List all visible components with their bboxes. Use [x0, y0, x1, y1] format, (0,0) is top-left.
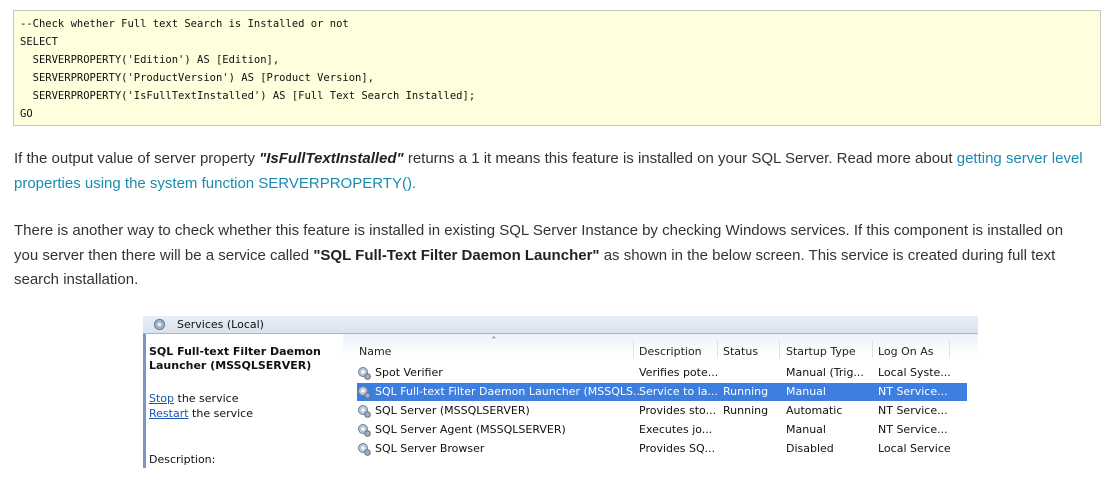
column-separator: [633, 340, 634, 358]
column-header-description[interactable]: Description: [639, 345, 702, 358]
stop-rest: the service: [174, 392, 239, 405]
column-separator: [717, 340, 718, 358]
service-cell-description: Provides sto...: [639, 404, 717, 417]
service-row[interactable]: SQL Server (MSSQLSERVER) Provides sto... R…: [357, 402, 967, 420]
column-header-name[interactable]: Name: [359, 345, 391, 358]
column-separator: [949, 340, 950, 358]
para1-text-middle: returns a 1 it means this feature is ins…: [403, 150, 957, 167]
column-separator: [872, 340, 873, 358]
service-cell-logon: NT Service...: [878, 423, 948, 436]
service-cell-startup: Disabled: [786, 442, 834, 455]
service-cell-description: Executes jo...: [639, 423, 713, 436]
code-line: SELECT: [20, 36, 58, 48]
code-line: --Check whether Full text Search is Inst…: [20, 18, 349, 30]
column-header-status[interactable]: Status: [723, 345, 758, 358]
service-cell-description: Provides SQ...: [639, 442, 716, 455]
code-line: SERVERPROPERTY('Edition') AS [Edition],: [20, 54, 280, 66]
service-cell-name: SQL Full-text Filter Daemon Launcher (MS…: [375, 385, 640, 398]
services-title: Services (Local): [177, 318, 264, 331]
services-window-screenshot: Services (Local) SQL Full-text Filter Da…: [143, 316, 978, 468]
service-row[interactable]: Spot Verifier Verifies pote... Manual (Tri…: [357, 364, 967, 382]
service-cell-name: SQL Server (MSSQLSERVER): [375, 404, 530, 417]
service-cell-name: SQL Server Agent (MSSQLSERVER): [375, 423, 566, 436]
code-line: GO: [20, 108, 33, 120]
description-label: Description:: [149, 453, 216, 466]
service-cell-description: Verifies pote...: [639, 366, 719, 379]
service-cell-name: SQL Server Browser: [375, 442, 485, 455]
selected-service-name: SQL Full-text Filter Daemon Launcher (MS…: [149, 345, 321, 372]
restart-service-action: Restart the service: [149, 407, 253, 420]
code-line: SERVERPROPERTY('IsFullTextInstalled') AS…: [20, 90, 476, 102]
service-cell-status: Running: [723, 385, 769, 398]
service-row[interactable]: SQL Server Browser Provides SQ... Disabled…: [357, 440, 967, 458]
property-name: "IsFullTextInstalled": [259, 150, 404, 167]
service-detail-pane: SQL Full-text Filter Daemon Launcher (MS…: [143, 334, 343, 468]
restart-link[interactable]: Restart: [149, 407, 189, 420]
para1-text: If the output value of server property: [14, 150, 260, 167]
service-gear-icon: [358, 424, 371, 437]
services-title-bar: Services (Local): [143, 316, 978, 334]
service-row[interactable]: SQL Server Agent (MSSQLSERVER) Executes j…: [357, 421, 967, 439]
service-gear-icon: [358, 443, 371, 456]
code-block: --Check whether Full text Search is Inst…: [13, 10, 1101, 126]
service-cell-status: Running: [723, 404, 769, 417]
paragraph-output-value: If the output value of server property "…: [14, 147, 1084, 196]
service-gear-icon: [358, 367, 371, 380]
column-separator: [779, 340, 780, 358]
service-name-bold: "SQL Full-Text Filter Daemon Launcher": [313, 246, 600, 264]
service-gear-icon: [358, 405, 371, 418]
code-line: SERVERPROPERTY('ProductVersion') AS [Pro…: [20, 72, 375, 84]
column-header-startup-type[interactable]: Startup Type: [786, 345, 856, 358]
gear-icon: [153, 318, 166, 331]
service-cell-logon: NT Service...: [878, 385, 948, 398]
sort-caret-icon: ⌃: [490, 336, 498, 346]
service-cell-name: Spot Verifier: [375, 366, 443, 379]
service-cell-startup: Manual: [786, 423, 826, 436]
paragraph-windows-services: There is another way to check whether th…: [14, 219, 1084, 293]
service-cell-description: Service to la...: [639, 385, 718, 398]
service-cell-logon: Local Syste...: [878, 366, 951, 379]
restart-rest: the service: [188, 407, 253, 420]
service-cell-startup: Automatic: [786, 404, 843, 417]
stop-service-action: Stop the service: [149, 392, 238, 405]
stop-link[interactable]: Stop: [149, 392, 174, 405]
service-row[interactable]: SQL Full-text Filter Daemon Launcher (MS…: [357, 383, 967, 401]
service-cell-logon: NT Service...: [878, 404, 948, 417]
service-cell-startup: Manual: [786, 385, 826, 398]
service-gear-icon: [358, 386, 371, 399]
service-cell-logon: Local Service: [878, 442, 951, 455]
column-header-log-on-as[interactable]: Log On As: [878, 345, 934, 358]
service-cell-startup: Manual (Trig...: [786, 366, 864, 379]
